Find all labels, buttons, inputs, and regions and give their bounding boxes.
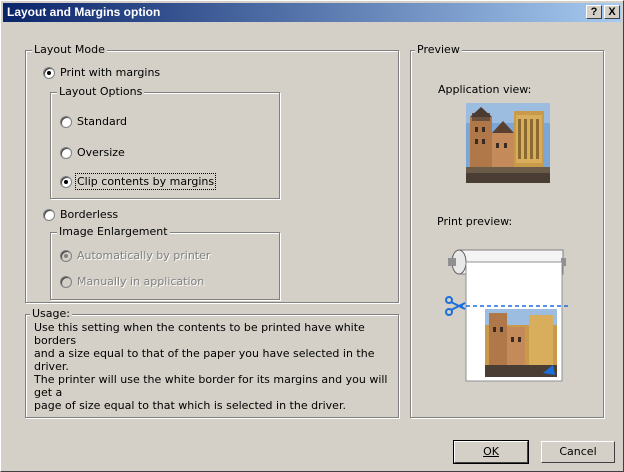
print-preview-image (445, 247, 570, 387)
usage-line: Use this setting when the contents to be… (34, 321, 365, 347)
borderless-label: Borderless (60, 208, 119, 221)
ok-button-label: OK (483, 445, 499, 458)
oversize-label: Oversize (77, 146, 125, 159)
manual-enlargement-radio[interactable] (60, 275, 72, 288)
application-view-label: Application view: (438, 83, 532, 96)
image-enlargement-legend: Image Enlargement (57, 225, 170, 238)
usage-group: Usage: Use this setting when the content… (25, 307, 399, 418)
scissors-icon (445, 296, 466, 316)
oversize-radio[interactable] (60, 146, 72, 159)
layout-options-group: Layout Options Standard Oversize Clip co… (50, 85, 280, 199)
usage-line: The printer will use the white border fo… (34, 373, 388, 399)
manual-enlargement-option[interactable]: Manually in application (60, 275, 204, 288)
layout-mode-group: Layout Mode Print with margins Layout Op… (25, 43, 399, 303)
auto-enlargement-label: Automatically by printer (77, 249, 211, 262)
cancel-button[interactable]: Cancel (541, 441, 615, 463)
usage-legend: Usage: (30, 307, 72, 320)
help-button[interactable]: ? (586, 5, 602, 19)
ok-button[interactable]: OK (453, 440, 529, 464)
layout-options-legend: Layout Options (57, 85, 145, 98)
print-preview-label: Print preview: (437, 215, 513, 228)
print-with-margins-radio[interactable] (43, 66, 55, 79)
close-button[interactable]: X (604, 5, 620, 19)
title-bar[interactable]: Layout and Margins option ? X (3, 3, 621, 22)
usage-description: Use this setting when the contents to be… (34, 321, 394, 412)
auto-enlargement-option[interactable]: Automatically by printer (60, 249, 210, 262)
window-title: Layout and Margins option (7, 5, 161, 19)
usage-line: and a size equal to that of the paper yo… (34, 347, 375, 373)
standard-option[interactable]: Standard (60, 115, 127, 128)
application-view-image (466, 103, 550, 183)
standard-radio[interactable] (60, 115, 72, 128)
borderless-radio[interactable] (43, 208, 55, 221)
clip-contents-radio[interactable] (60, 175, 72, 188)
manual-enlargement-label: Manually in application (77, 275, 205, 288)
cancel-button-label: Cancel (559, 445, 597, 458)
layout-mode-legend: Layout Mode (32, 43, 107, 56)
standard-label: Standard (77, 115, 128, 128)
print-with-margins-label: Print with margins (60, 66, 161, 79)
clip-contents-label: Clip contents by margins (74, 173, 217, 190)
borderless-option[interactable]: Borderless (43, 208, 118, 221)
oversize-option[interactable]: Oversize (60, 146, 125, 159)
image-enlargement-group: Image Enlargement Automatically by print… (50, 225, 280, 300)
dialog-window: Layout and Margins option ? X Layout Mod… (0, 0, 624, 472)
preview-group: Preview Application view: Print preview: (410, 43, 604, 418)
clip-contents-option[interactable]: Clip contents by margins (60, 173, 217, 190)
auto-enlargement-radio[interactable] (60, 249, 72, 262)
usage-line: page of size equal to that which is sele… (34, 399, 346, 412)
print-with-margins-option[interactable]: Print with margins (43, 66, 160, 79)
preview-legend: Preview (415, 43, 462, 56)
